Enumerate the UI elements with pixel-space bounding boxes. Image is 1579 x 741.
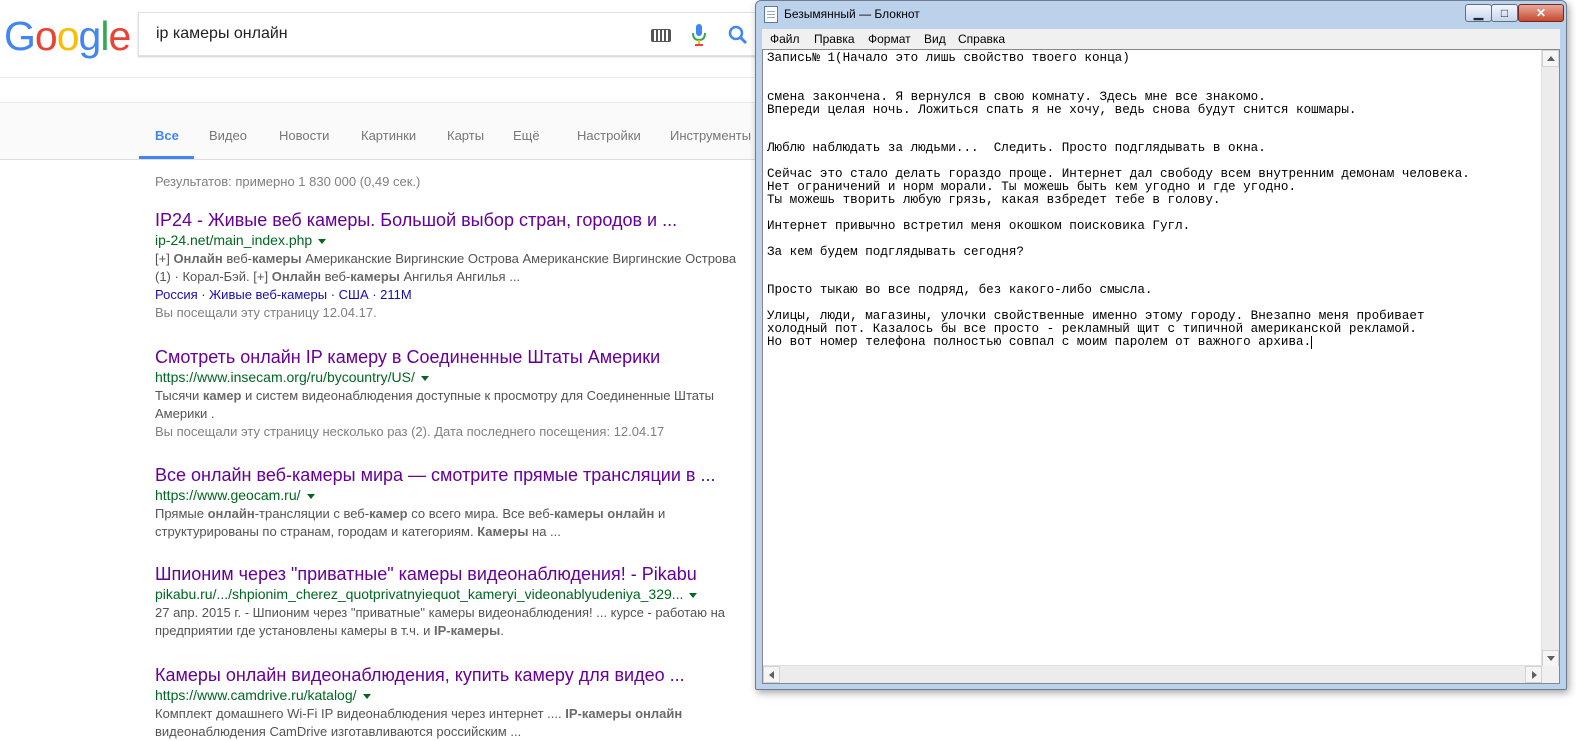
menu-view[interactable]: Вид — [924, 32, 946, 46]
scroll-up-button[interactable] — [1542, 50, 1559, 67]
scrollbar-corner — [1542, 666, 1559, 683]
arrow-down-icon — [1547, 656, 1555, 661]
result-stats: Результатов: примерно 1 830 000 (0,49 се… — [155, 174, 421, 189]
text-caret — [1311, 335, 1313, 349]
text-editor-area[interactable]: Запись№ 1(Начало это лишь свойство твоег… — [762, 49, 1560, 684]
menu-help[interactable]: Справка — [958, 32, 1005, 46]
url-dropdown-icon[interactable] — [306, 493, 315, 499]
tab-images[interactable]: Картинки — [361, 128, 416, 143]
result-url: ip-24.net/main_index.php — [155, 231, 755, 249]
menu-edit[interactable]: Правка — [814, 32, 855, 46]
result-snippet: Тысячи камер и систем видеонаблюдения до… — [155, 388, 715, 421]
logo-letter: e — [108, 13, 131, 59]
search-result: Смотреть онлайн IP камеру в Соединенные … — [155, 346, 755, 441]
close-button[interactable]: ✕ — [1518, 4, 1564, 22]
search-input[interactable]: ip камеры онлайн — [156, 25, 288, 43]
logo-letter: G — [4, 13, 36, 59]
scroll-left-button[interactable] — [763, 666, 780, 683]
menu-file[interactable]: Файл — [770, 32, 800, 46]
google-logo[interactable]: Google — [4, 13, 131, 59]
search-tabs: Все Видео Новости Картинки Карты Ещё Нас… — [0, 102, 760, 160]
search-result: Шпионим через "приватные" камеры видеона… — [155, 563, 755, 640]
maximize-icon: □ — [1500, 6, 1509, 20]
microphone-icon[interactable] — [692, 24, 706, 46]
tab-maps[interactable]: Карты — [447, 128, 484, 143]
horizontal-scrollbar[interactable] — [763, 665, 1542, 683]
search-box[interactable]: ip камеры онлайн — [138, 12, 778, 56]
result-title[interactable]: Смотреть онлайн IP камеру в Соединенные … — [155, 346, 755, 368]
search-icon[interactable] — [728, 25, 748, 45]
search-result: IP24 - Живые веб камеры. Большой выбор с… — [155, 209, 755, 322]
result-snippet: 27 апр. 2015 г. - Шпионим через "приватн… — [155, 605, 726, 638]
notepad-icon — [764, 6, 778, 23]
minimize-icon: ▁ — [1473, 6, 1484, 20]
result-title[interactable]: Камеры онлайн видеонаблюдения, купить ка… — [155, 664, 755, 686]
result-snippet: Прямые онлайн-трансляции с веб-камер со … — [155, 506, 666, 539]
url-dropdown-icon[interactable] — [318, 238, 327, 244]
result-url: https://www.camdrive.ru/katalog/ — [155, 686, 755, 704]
scroll-right-button[interactable] — [1525, 666, 1542, 683]
url-dropdown-icon[interactable] — [689, 592, 698, 598]
result-visited-note: Вы посещали эту страницу несколько раз (… — [155, 424, 665, 439]
logo-letter: o — [56, 13, 80, 59]
result-visited-note: Вы посещали эту страницу 12.04.17. — [155, 305, 377, 320]
tab-tools[interactable]: Инструменты — [670, 128, 751, 143]
arrow-left-icon — [769, 671, 774, 679]
minimize-button[interactable]: ▁ — [1465, 4, 1492, 22]
active-tab-indicator — [139, 156, 194, 159]
url-dropdown-icon[interactable] — [362, 693, 371, 699]
logo-letter: o — [34, 13, 58, 59]
logo-letter: g — [78, 13, 102, 59]
result-title[interactable]: Шпионим через "приватные" камеры видеона… — [155, 563, 755, 585]
search-result: Все онлайн веб-камеры мира — смотрите пр… — [155, 464, 755, 541]
arrow-up-icon — [1547, 56, 1555, 61]
result-url: https://www.geocam.ru/ — [155, 486, 755, 504]
result-url: pikabu.ru/.../shpionim_cherez_quotprivat… — [155, 585, 755, 603]
result-url: https://www.insecam.org/ru/bycountry/US/ — [155, 368, 755, 386]
tab-settings[interactable]: Настройки — [577, 128, 641, 143]
keyboard-icon[interactable] — [651, 29, 671, 42]
result-title[interactable]: IP24 - Живые веб камеры. Большой выбор с… — [155, 209, 755, 231]
menu-bar: Файл Правка Формат Вид Справка — [762, 29, 1560, 50]
result-title[interactable]: Все онлайн веб-камеры мира — смотрите пр… — [155, 464, 755, 486]
vertical-scrollbar[interactable] — [1541, 50, 1559, 667]
notepad-window: Безымянный — Блокнот ▁ □ ✕ Файл Правка Ф… — [755, 0, 1567, 690]
notepad-titlebar[interactable]: Безымянный — Блокнот ▁ □ ✕ — [764, 4, 1564, 26]
header-divider — [0, 77, 760, 78]
notepad-text[interactable]: Запись№ 1(Начало это лишь свойство твоег… — [767, 52, 1537, 660]
scroll-down-button[interactable] — [1542, 650, 1559, 667]
maximize-button[interactable]: □ — [1491, 4, 1518, 22]
result-sitelinks[interactable]: Россия · Живые веб-камеры · США · 211M — [155, 286, 755, 304]
menu-format[interactable]: Формат — [868, 32, 911, 46]
url-dropdown-icon[interactable] — [420, 375, 429, 381]
arrow-right-icon — [1532, 671, 1537, 679]
result-snippet: [+] Онлайн веб-камеры Американские Вирги… — [155, 251, 737, 284]
tab-more[interactable]: Ещё — [513, 128, 540, 143]
close-icon: ✕ — [1535, 6, 1547, 20]
tab-all[interactable]: Все — [155, 128, 179, 143]
tab-news[interactable]: Новости — [279, 128, 329, 143]
window-title: Безымянный — Блокнот — [784, 7, 920, 21]
tab-video[interactable]: Видео — [209, 128, 247, 143]
search-result: Камеры онлайн видеонаблюдения, купить ка… — [155, 664, 755, 741]
